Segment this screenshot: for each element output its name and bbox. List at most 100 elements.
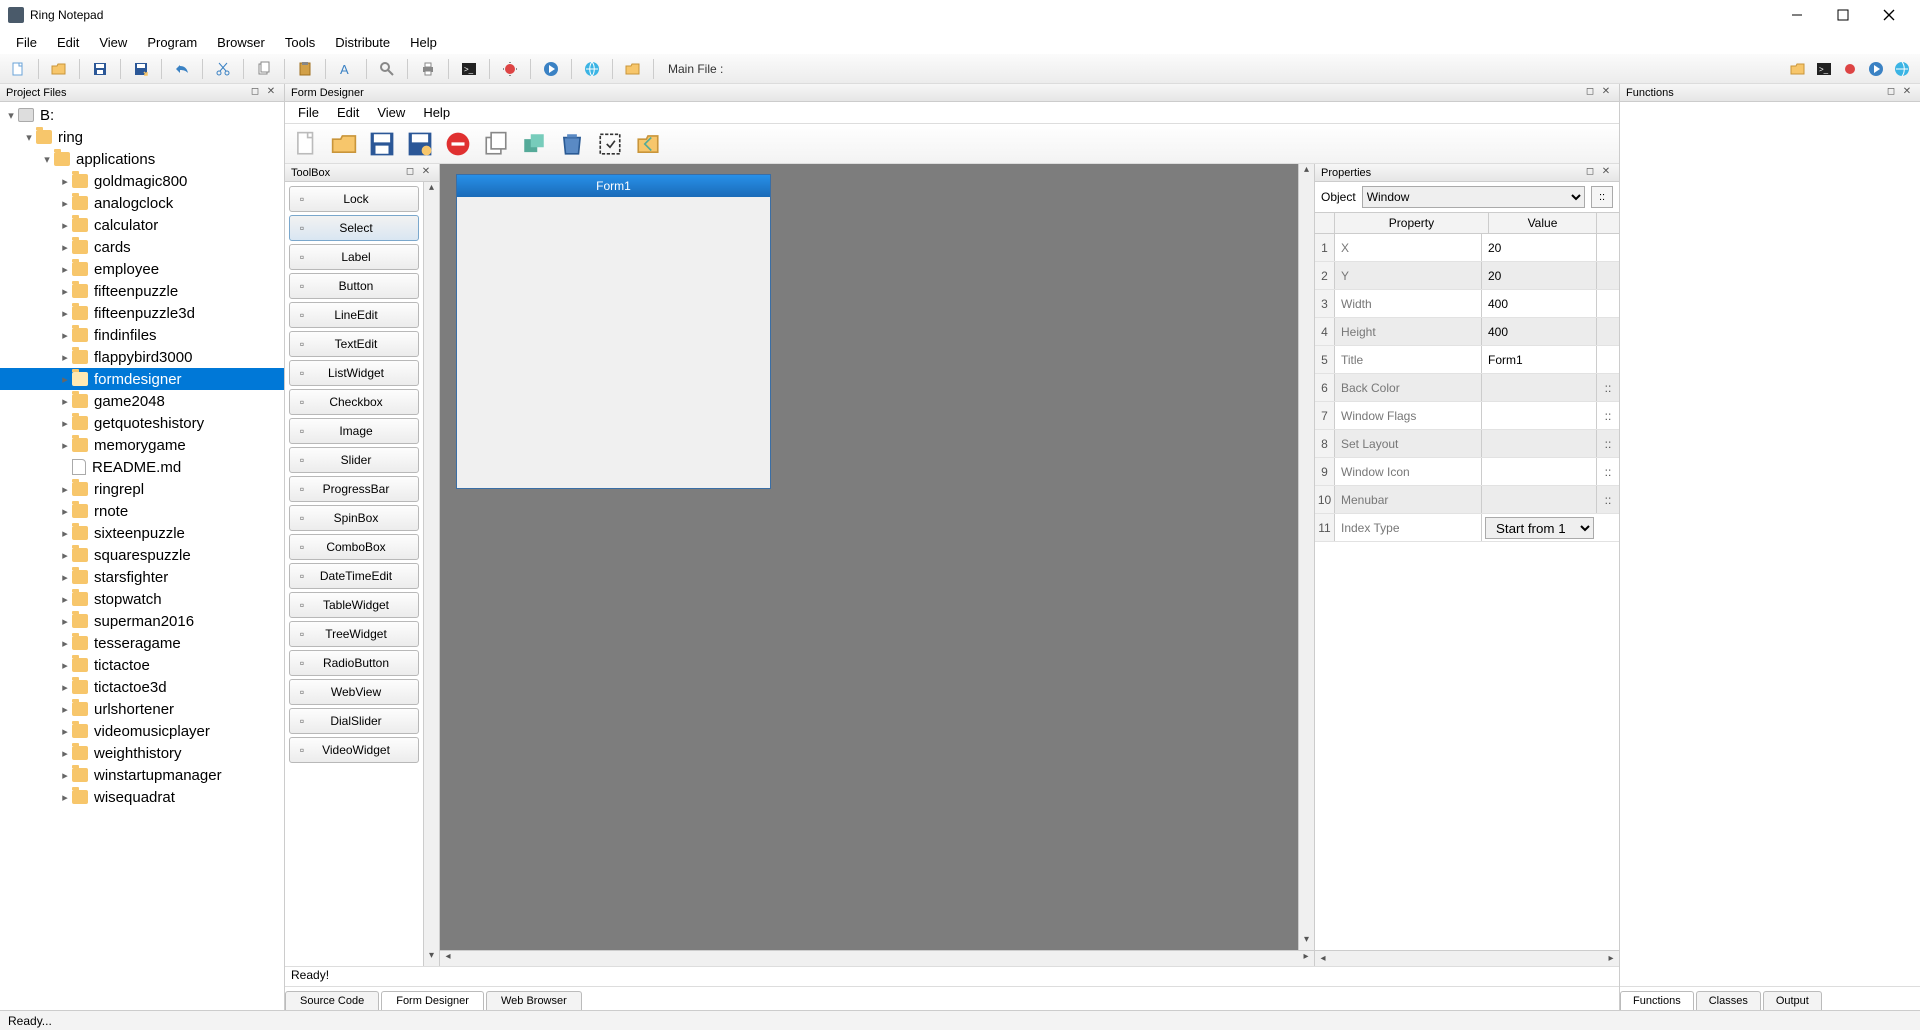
tree-expander-icon[interactable]: ▸	[58, 637, 72, 650]
tree-item-cards[interactable]: ▸cards	[0, 236, 284, 258]
tree-expander-icon[interactable]: ▸	[58, 417, 72, 430]
tree-expander-icon[interactable]: ▸	[58, 285, 72, 298]
prop-value[interactable]: 400	[1482, 290, 1597, 317]
prop-value[interactable]	[1482, 402, 1597, 429]
fd-tofront-icon[interactable]	[519, 129, 549, 159]
tree-item-analogclock[interactable]: ▸analogclock	[0, 192, 284, 214]
functions-tab-classes[interactable]: Classes	[1696, 991, 1761, 1010]
menu-help[interactable]: Help	[400, 32, 447, 53]
toolbox-webview[interactable]: ▫WebView	[289, 679, 419, 705]
prop-value[interactable]	[1482, 374, 1597, 401]
tree-item-starsfighter[interactable]: ▸starsfighter	[0, 566, 284, 588]
tree-item-memorygame[interactable]: ▸memorygame	[0, 434, 284, 456]
toolbox-list[interactable]: ▫Lock▫Select▫Label▫Button▫LineEdit▫TextE…	[285, 182, 423, 966]
tree-expander-icon[interactable]: ▸	[58, 483, 72, 496]
tree-item-urlshortener[interactable]: ▸urlshortener	[0, 698, 284, 720]
tree-item-applications[interactable]: ▾applications	[0, 148, 284, 170]
tree-item-game2048[interactable]: ▸game2048	[0, 390, 284, 412]
form-window[interactable]: Form1	[456, 174, 771, 489]
toolbox-label[interactable]: ▫Label	[289, 244, 419, 270]
toolbox-button[interactable]: ▫Button	[289, 273, 419, 299]
tree-expander-icon[interactable]: ▸	[58, 769, 72, 782]
save-as-icon[interactable]	[129, 57, 153, 81]
tree-item-calculator[interactable]: ▸calculator	[0, 214, 284, 236]
open-project-icon[interactable]	[1786, 57, 1810, 81]
prop-value[interactable]	[1482, 430, 1597, 457]
tree-item-rnote[interactable]: ▸rnote	[0, 500, 284, 522]
tree-item-stopwatch[interactable]: ▸stopwatch	[0, 588, 284, 610]
prop-value[interactable]	[1482, 458, 1597, 485]
tree-expander-icon[interactable]: ▸	[58, 373, 72, 386]
properties-hscrollbar[interactable]: ◂▸	[1315, 950, 1619, 966]
find-icon[interactable]	[375, 57, 399, 81]
menu-program[interactable]: Program	[137, 32, 207, 53]
tree-expander-icon[interactable]: ▸	[58, 329, 72, 342]
panel-float-icon[interactable]: ◻	[248, 86, 262, 100]
functions-list[interactable]	[1620, 102, 1920, 986]
menu-view[interactable]: View	[89, 32, 137, 53]
tree-item-employee[interactable]: ▸employee	[0, 258, 284, 280]
canvas-hscrollbar[interactable]: ◂▸	[440, 950, 1314, 966]
toolbox-combobox[interactable]: ▫ComboBox	[289, 534, 419, 560]
tree-item-sixteenpuzzle[interactable]: ▸sixteenpuzzle	[0, 522, 284, 544]
toolbox-dialslider[interactable]: ▫DialSlider	[289, 708, 419, 734]
tab-web-browser[interactable]: Web Browser	[486, 991, 582, 1010]
prop-value[interactable]: 20	[1482, 262, 1597, 289]
undo-icon[interactable]	[170, 57, 194, 81]
terminal2-icon[interactable]: >_	[1812, 57, 1836, 81]
cut-icon[interactable]	[211, 57, 235, 81]
fd-saveas-icon[interactable]	[405, 129, 435, 159]
tree-item-readmemd[interactable]: README.md	[0, 456, 284, 478]
canvas-vscrollbar[interactable]: ▴▾	[1298, 164, 1314, 950]
tree-expander-icon[interactable]: ▸	[58, 439, 72, 452]
fd-float-icon[interactable]: ◻	[1583, 86, 1597, 100]
toolbox-textedit[interactable]: ▫TextEdit	[289, 331, 419, 357]
tree-expander-icon[interactable]: ▸	[58, 725, 72, 738]
toolbox-listwidget[interactable]: ▫ListWidget	[289, 360, 419, 386]
toolbox-spinbox[interactable]: ▫SpinBox	[289, 505, 419, 531]
toolbox-slider[interactable]: ▫Slider	[289, 447, 419, 473]
web2-icon[interactable]	[1890, 57, 1914, 81]
tree-item-ringrepl[interactable]: ▸ringrepl	[0, 478, 284, 500]
functions-tab-output[interactable]: Output	[1763, 991, 1822, 1010]
functions-tab-functions[interactable]: Functions	[1620, 991, 1694, 1010]
tab-form-designer[interactable]: Form Designer	[381, 991, 484, 1010]
tree-item-tesseragame[interactable]: ▸tesseragame	[0, 632, 284, 654]
toolbox-float-icon[interactable]: ◻	[403, 166, 417, 180]
functions-float-icon[interactable]: ◻	[1884, 86, 1898, 100]
minimize-button[interactable]	[1774, 0, 1820, 30]
tree-item-tictactoe[interactable]: ▸tictactoe	[0, 654, 284, 676]
tree-expander-icon[interactable]: ▸	[58, 549, 72, 562]
tree-expander-icon[interactable]: ▸	[58, 571, 72, 584]
toolbox-image[interactable]: ▫Image	[289, 418, 419, 444]
run-icon[interactable]	[539, 57, 563, 81]
fd-duplicate-icon[interactable]	[481, 129, 511, 159]
fd-close-icon[interactable]: ✕	[1599, 86, 1613, 100]
tree-expander-icon[interactable]: ▸	[58, 747, 72, 760]
properties-close-icon[interactable]: ✕	[1599, 166, 1613, 180]
tree-item-squarespuzzle[interactable]: ▸squarespuzzle	[0, 544, 284, 566]
maximize-button[interactable]	[1820, 0, 1866, 30]
prop-value[interactable]	[1482, 486, 1597, 513]
tree-item-ring[interactable]: ▾ring	[0, 126, 284, 148]
prop-more-button[interactable]: ::	[1597, 402, 1619, 429]
prop-more-button[interactable]: ::	[1597, 458, 1619, 485]
tree-expander-icon[interactable]: ▸	[58, 593, 72, 606]
menu-browser[interactable]: Browser	[207, 32, 275, 53]
menu-distribute[interactable]: Distribute	[325, 32, 400, 53]
new-file-icon[interactable]	[6, 57, 30, 81]
panel-close-icon[interactable]: ✕	[264, 86, 278, 100]
tree-expander-icon[interactable]: ▸	[58, 175, 72, 188]
tree-item-b[interactable]: ▾B:	[0, 104, 284, 126]
tree-expander-icon[interactable]: ▾	[4, 109, 18, 122]
tree-item-fifteenpuzzle[interactable]: ▸fifteenpuzzle	[0, 280, 284, 302]
menu-edit[interactable]: Edit	[47, 32, 89, 53]
run2-icon[interactable]	[1864, 57, 1888, 81]
fd-menu-file[interactable]: File	[289, 103, 328, 122]
toolbox-progressbar[interactable]: ▫ProgressBar	[289, 476, 419, 502]
tree-item-findinfiles[interactable]: ▸findinfiles	[0, 324, 284, 346]
print-icon[interactable]	[416, 57, 440, 81]
tree-item-flappybird3000[interactable]: ▸flappybird3000	[0, 346, 284, 368]
prop-more-button[interactable]: ::	[1597, 374, 1619, 401]
menu-file[interactable]: File	[6, 32, 47, 53]
